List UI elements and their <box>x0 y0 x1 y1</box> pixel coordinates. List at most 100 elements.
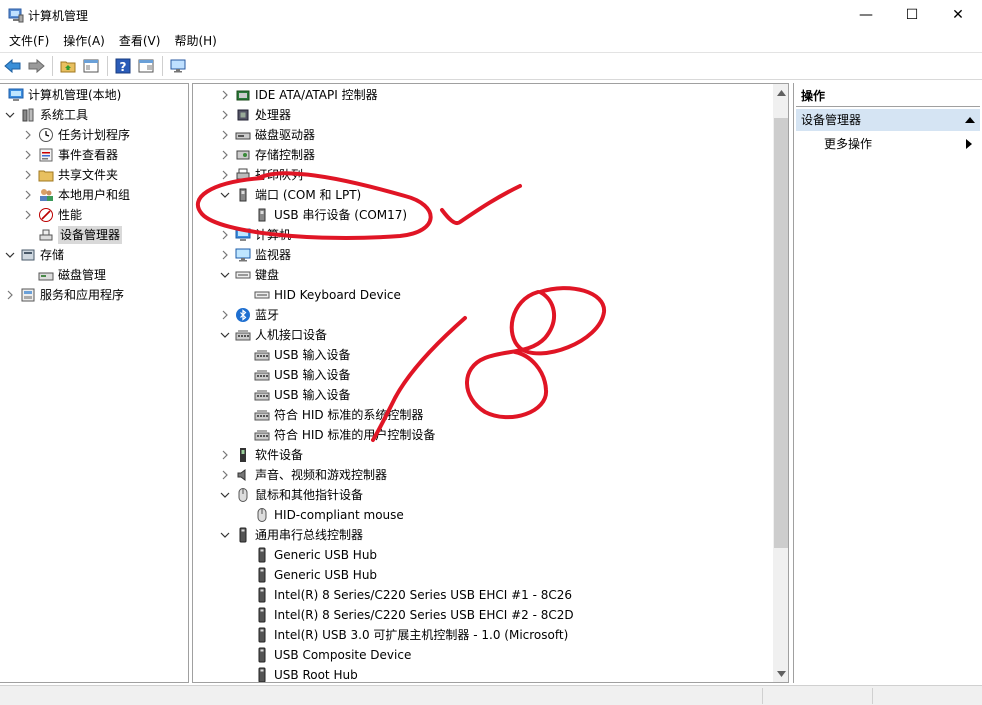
help-icon[interactable]: ? <box>112 55 134 77</box>
collapse-chevron-icon[interactable] <box>4 109 16 121</box>
expand-chevron-icon[interactable] <box>219 229 231 241</box>
console-tree-item[interactable]: 存储 <box>4 245 64 265</box>
device-tree-item[interactable]: 符合 HID 标准的用户控制设备 <box>238 425 435 445</box>
device-tree-item[interactable]: 处理器 <box>219 105 291 125</box>
expand-chevron-icon[interactable] <box>22 169 34 181</box>
device-tree-item[interactable]: USB 串行设备 (COM17) <box>238 205 407 225</box>
minimize-button[interactable]: — <box>843 0 889 30</box>
back-arrow-icon[interactable] <box>2 55 24 77</box>
console-tree-item[interactable]: 共享文件夹 <box>22 165 118 185</box>
no-expander <box>238 509 250 521</box>
up-folder-icon[interactable] <box>57 55 79 77</box>
device-tree-item[interactable]: IDE ATA/ATAPI 控制器 <box>219 85 378 105</box>
expand-chevron-icon[interactable] <box>219 169 231 181</box>
device-tree-item[interactable]: Generic USB Hub <box>238 565 377 585</box>
collapse-chevron-icon[interactable] <box>219 489 231 501</box>
collapse-up-icon[interactable] <box>965 109 975 138</box>
hid-icon <box>254 407 270 423</box>
collapse-chevron-icon[interactable] <box>219 269 231 281</box>
maximize-button[interactable]: ☐ <box>889 0 935 30</box>
toolbar-separator <box>52 56 53 76</box>
console-tree-item[interactable]: 服务和应用程序 <box>4 285 124 305</box>
expand-chevron-icon[interactable] <box>219 149 231 161</box>
close-button[interactable]: ✕ <box>935 0 981 30</box>
device-tree-item[interactable]: 声音、视频和游戏控制器 <box>219 465 387 485</box>
console-tree-item[interactable]: 磁盘管理 <box>22 265 106 285</box>
scrollbar-thumb[interactable] <box>774 118 788 548</box>
console-tree-item[interactable]: 系统工具 <box>4 105 88 125</box>
device-tree-item[interactable]: HID-compliant mouse <box>238 505 404 525</box>
device-tree-item[interactable]: 符合 HID 标准的系统控制器 <box>238 405 423 425</box>
performance-icon <box>38 207 54 223</box>
expand-chevron-icon[interactable] <box>219 89 231 101</box>
console-tree-item[interactable]: 性能 <box>22 205 82 225</box>
actions-section-device-manager[interactable]: 设备管理器 <box>796 109 980 131</box>
device-tree-item[interactable]: 键盘 <box>219 265 279 285</box>
console-tree-item[interactable]: 本地用户和组 <box>22 185 130 205</box>
device-tree-item[interactable]: HID Keyboard Device <box>238 285 401 305</box>
device-tree-item[interactable]: 通用串行总线控制器 <box>219 525 363 545</box>
expand-chevron-icon[interactable] <box>219 129 231 141</box>
menu-file[interactable]: 文件(F) <box>2 30 56 52</box>
device-tree-item[interactable]: 鼠标和其他指针设备 <box>219 485 363 505</box>
device-tree-item[interactable]: 蓝牙 <box>219 305 279 325</box>
console-tree-item[interactable]: 事件查看器 <box>22 145 118 165</box>
console-tree-pane[interactable]: 计算机管理(本地) 系统工具 任务计划程序 事件查看器 共享文件夹 本地用户和组 性能 设备管… <box>0 83 189 683</box>
forward-arrow-icon[interactable] <box>25 55 47 77</box>
keyboard-icon <box>254 287 270 303</box>
scroll-down-icon[interactable] <box>773 665 788 682</box>
device-tree-item-label: USB Composite Device <box>274 648 412 662</box>
device-tree-item[interactable]: USB 输入设备 <box>238 385 350 405</box>
more-actions-item[interactable]: 更多操作 <box>824 135 872 152</box>
expand-chevron-icon[interactable] <box>22 189 34 201</box>
collapse-chevron-icon[interactable] <box>219 529 231 541</box>
collapse-chevron-icon[interactable] <box>4 249 16 261</box>
device-tree-item[interactable]: 磁盘驱动器 <box>219 125 315 145</box>
device-tree-item[interactable]: USB Composite Device <box>238 645 411 665</box>
expand-chevron-icon[interactable] <box>219 109 231 121</box>
monitor-icon[interactable] <box>167 55 189 77</box>
vertical-scrollbar[interactable] <box>773 84 788 682</box>
expand-chevron-icon[interactable] <box>219 469 231 481</box>
submenu-arrow-icon[interactable] <box>966 138 972 152</box>
menu-view[interactable]: 查看(V) <box>112 30 168 52</box>
device-tree-item[interactable]: 计算机 <box>219 225 291 245</box>
device-tree-item[interactable]: 人机接口设备 <box>219 325 327 345</box>
menu-help[interactable]: 帮助(H) <box>167 30 223 52</box>
device-tree-item[interactable]: USB 输入设备 <box>238 345 350 365</box>
collapse-chevron-icon[interactable] <box>219 189 231 201</box>
show-hide-tree-icon[interactable] <box>80 55 102 77</box>
device-tree-item[interactable]: 软件设备 <box>219 445 303 465</box>
device-tree-item[interactable]: Intel(R) 8 Series/C220 Series USB EHCI #… <box>238 585 572 605</box>
device-tree-item[interactable]: USB Root Hub <box>238 665 358 682</box>
collapse-chevron-icon[interactable] <box>219 329 231 341</box>
console-tree-item[interactable]: 任务计划程序 <box>22 125 130 145</box>
mouse-icon <box>254 507 270 523</box>
device-tree-pane[interactable]: IDE ATA/ATAPI 控制器 处理器磁盘驱动器存储控制器 打印队列 端口 (CO… <box>192 83 789 683</box>
device-tree-item[interactable]: Generic USB Hub <box>238 545 377 565</box>
expand-chevron-icon[interactable] <box>22 129 34 141</box>
device-tree-item[interactable]: 端口 (COM 和 LPT) <box>219 185 361 205</box>
console-tree-item[interactable]: 设备管理器 <box>22 225 123 245</box>
device-tree-item[interactable]: USB 输入设备 <box>238 365 350 385</box>
expand-chevron-icon[interactable] <box>219 309 231 321</box>
expand-chevron-icon[interactable] <box>22 149 34 161</box>
clock-icon <box>38 127 54 143</box>
device-tree-item[interactable]: 打印队列 <box>219 165 303 185</box>
expand-chevron-icon[interactable] <box>22 209 34 221</box>
device-tree-item-label: 计算机 <box>255 228 292 242</box>
properties-icon[interactable] <box>135 55 157 77</box>
device-tree-item[interactable]: Intel(R) USB 3.0 可扩展主机控制器 - 1.0 (Microso… <box>238 625 568 645</box>
status-cell-divider <box>872 688 873 704</box>
device-tree-item[interactable]: 存储控制器 <box>219 145 315 165</box>
scroll-up-icon[interactable] <box>773 84 788 101</box>
menu-action[interactable]: 操作(A) <box>56 30 112 52</box>
device-tree-item[interactable]: 监视器 <box>219 245 291 265</box>
console-tree-item[interactable]: 计算机管理(本地) <box>4 85 121 105</box>
device-tree-item-label: 磁盘驱动器 <box>255 128 316 142</box>
expand-chevron-icon[interactable] <box>4 289 16 301</box>
expand-chevron-icon[interactable] <box>219 249 231 261</box>
expand-chevron-icon[interactable] <box>219 449 231 461</box>
no-expander <box>238 429 250 441</box>
device-tree-item[interactable]: Intel(R) 8 Series/C220 Series USB EHCI #… <box>238 605 574 625</box>
